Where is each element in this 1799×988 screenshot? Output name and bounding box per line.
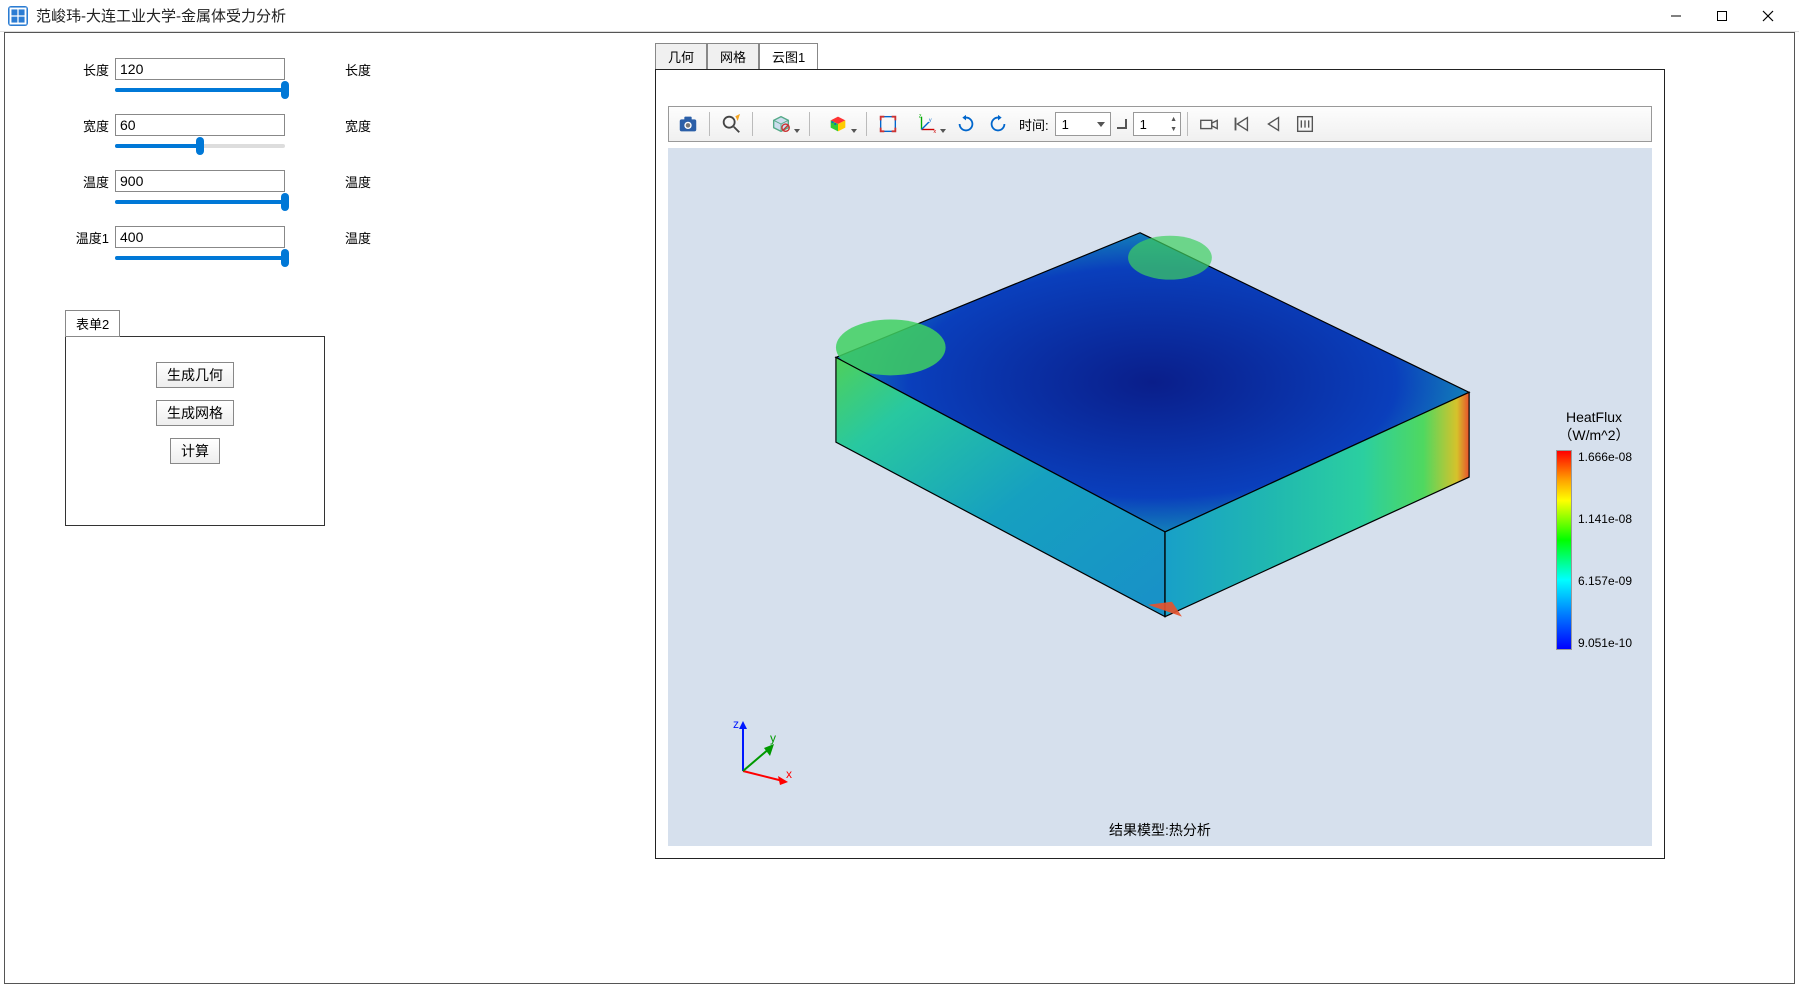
svg-text:z: z — [919, 114, 922, 120]
first-frame-button[interactable] — [1226, 110, 1256, 138]
app-icon — [8, 6, 28, 26]
width-slider[interactable] — [115, 144, 285, 148]
screenshot-button[interactable] — [673, 110, 703, 138]
length-side-label: 长度 — [345, 60, 371, 79]
temp-input[interactable] — [115, 170, 285, 192]
legend-colorbar — [1556, 450, 1572, 650]
generate-geometry-button[interactable]: 生成几何 — [156, 362, 234, 388]
zoom-button[interactable] — [716, 110, 746, 138]
legend-title-2: （W/m^2） — [1556, 426, 1632, 444]
generate-mesh-button[interactable]: 生成网格 — [156, 400, 234, 426]
form-tab[interactable]: 表单2 — [65, 310, 120, 337]
legend-value-min: 9.051e-10 — [1578, 636, 1632, 650]
viewer-toolbar: z xy 时间: 1 1 ▲▼ — [668, 106, 1652, 142]
axis-triad: z x y — [728, 716, 798, 786]
transparency-button[interactable] — [759, 110, 803, 138]
width-side-label: 宽度 — [345, 116, 371, 135]
play-button[interactable] — [1290, 110, 1320, 138]
legend-value-max: 1.666e-08 — [1578, 450, 1632, 464]
model-caption: 结果模型:热分析 — [668, 820, 1652, 840]
temp-slider[interactable] — [115, 200, 285, 204]
time-select[interactable]: 1 — [1055, 112, 1111, 136]
temp1-input[interactable] — [115, 226, 285, 248]
rotate-cw-button[interactable] — [951, 110, 981, 138]
minimize-button[interactable] — [1653, 1, 1699, 31]
temp1-label: 温度1 — [65, 228, 109, 247]
svg-text:x: x — [933, 129, 936, 135]
svg-text:y: y — [929, 117, 932, 123]
camera-button[interactable] — [1194, 110, 1224, 138]
maximize-button[interactable] — [1699, 1, 1745, 31]
length-label: 长度 — [65, 60, 109, 79]
colormap-button[interactable] — [816, 110, 860, 138]
window-title: 范峻玮-大连工业大学-金属体受力分析 — [36, 5, 1653, 26]
3d-canvas[interactable]: z x y HeatFlux （W/m^2） — [668, 148, 1652, 846]
temp-label: 温度 — [65, 172, 109, 191]
time-spinner[interactable]: 1 ▲▼ — [1133, 112, 1181, 136]
width-input[interactable] — [115, 114, 285, 136]
temp1-slider[interactable] — [115, 256, 285, 260]
svg-text:y: y — [770, 731, 776, 745]
legend-title-1: HeatFlux — [1556, 408, 1632, 426]
fit-view-button[interactable] — [873, 110, 903, 138]
length-input[interactable] — [115, 58, 285, 80]
tab-mesh[interactable]: 网格 — [707, 43, 759, 69]
prev-frame-button[interactable] — [1258, 110, 1288, 138]
width-label: 宽度 — [65, 116, 109, 135]
form-box: 生成几何 生成网格 计算 — [65, 336, 325, 526]
tab-geometry[interactable]: 几何 — [655, 43, 707, 69]
rotate-ccw-button[interactable] — [983, 110, 1013, 138]
svg-text:x: x — [786, 767, 792, 781]
tab-contour[interactable]: 云图1 — [759, 43, 818, 69]
length-slider[interactable] — [115, 88, 285, 92]
temp-side-label: 温度 — [345, 172, 371, 191]
axis-orientation-button[interactable]: z xy — [905, 110, 949, 138]
legend-value-3: 6.157e-09 — [1578, 574, 1632, 588]
calculate-button[interactable]: 计算 — [170, 438, 220, 464]
temp1-side-label: 温度 — [345, 228, 371, 247]
legend-value-2: 1.141e-08 — [1578, 512, 1632, 526]
step-end-button[interactable] — [1113, 110, 1131, 138]
svg-text:z: z — [733, 717, 739, 731]
time-label: 时间: — [1019, 115, 1049, 134]
close-button[interactable] — [1745, 1, 1791, 31]
color-legend: HeatFlux （W/m^2） 1.666e-08 1.141e-08 6.1… — [1556, 408, 1632, 650]
